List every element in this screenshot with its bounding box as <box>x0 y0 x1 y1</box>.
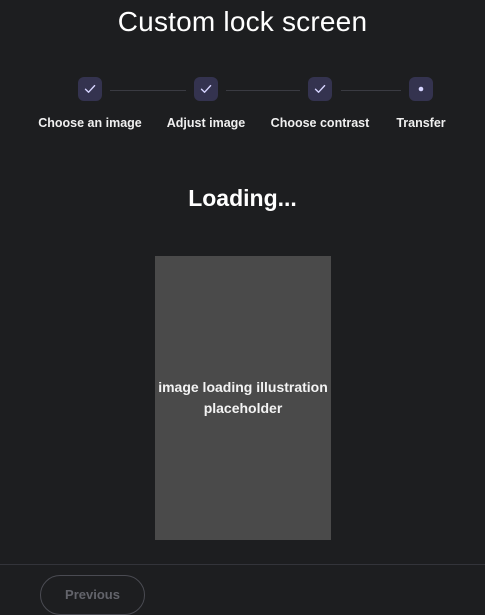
placeholder-text: image loading illustration placeholder <box>158 379 328 416</box>
footer-bar: Previous <box>0 564 485 615</box>
step-badge <box>308 77 332 101</box>
step-label: Transfer <box>396 116 446 130</box>
previous-button[interactable]: Previous <box>40 575 145 615</box>
checkmark-icon <box>200 84 212 93</box>
page-title: Custom lock screen <box>117 6 368 37</box>
loading-heading: Loading... <box>188 185 297 211</box>
checkmark-icon <box>84 84 96 93</box>
step-badge <box>194 77 218 101</box>
checkmark-icon <box>314 84 326 93</box>
step-transfer: Transfer <box>351 77 485 131</box>
image-placeholder: image loading illustration placeholder <box>155 256 331 540</box>
step-label: Adjust image <box>166 116 246 130</box>
progress-stepper: Choose an image Adjust image Choose cont… <box>0 77 485 137</box>
step-label: Choose an image <box>38 116 142 130</box>
step-badge <box>78 77 102 101</box>
dot-icon <box>418 86 424 92</box>
step-badge <box>409 77 433 101</box>
